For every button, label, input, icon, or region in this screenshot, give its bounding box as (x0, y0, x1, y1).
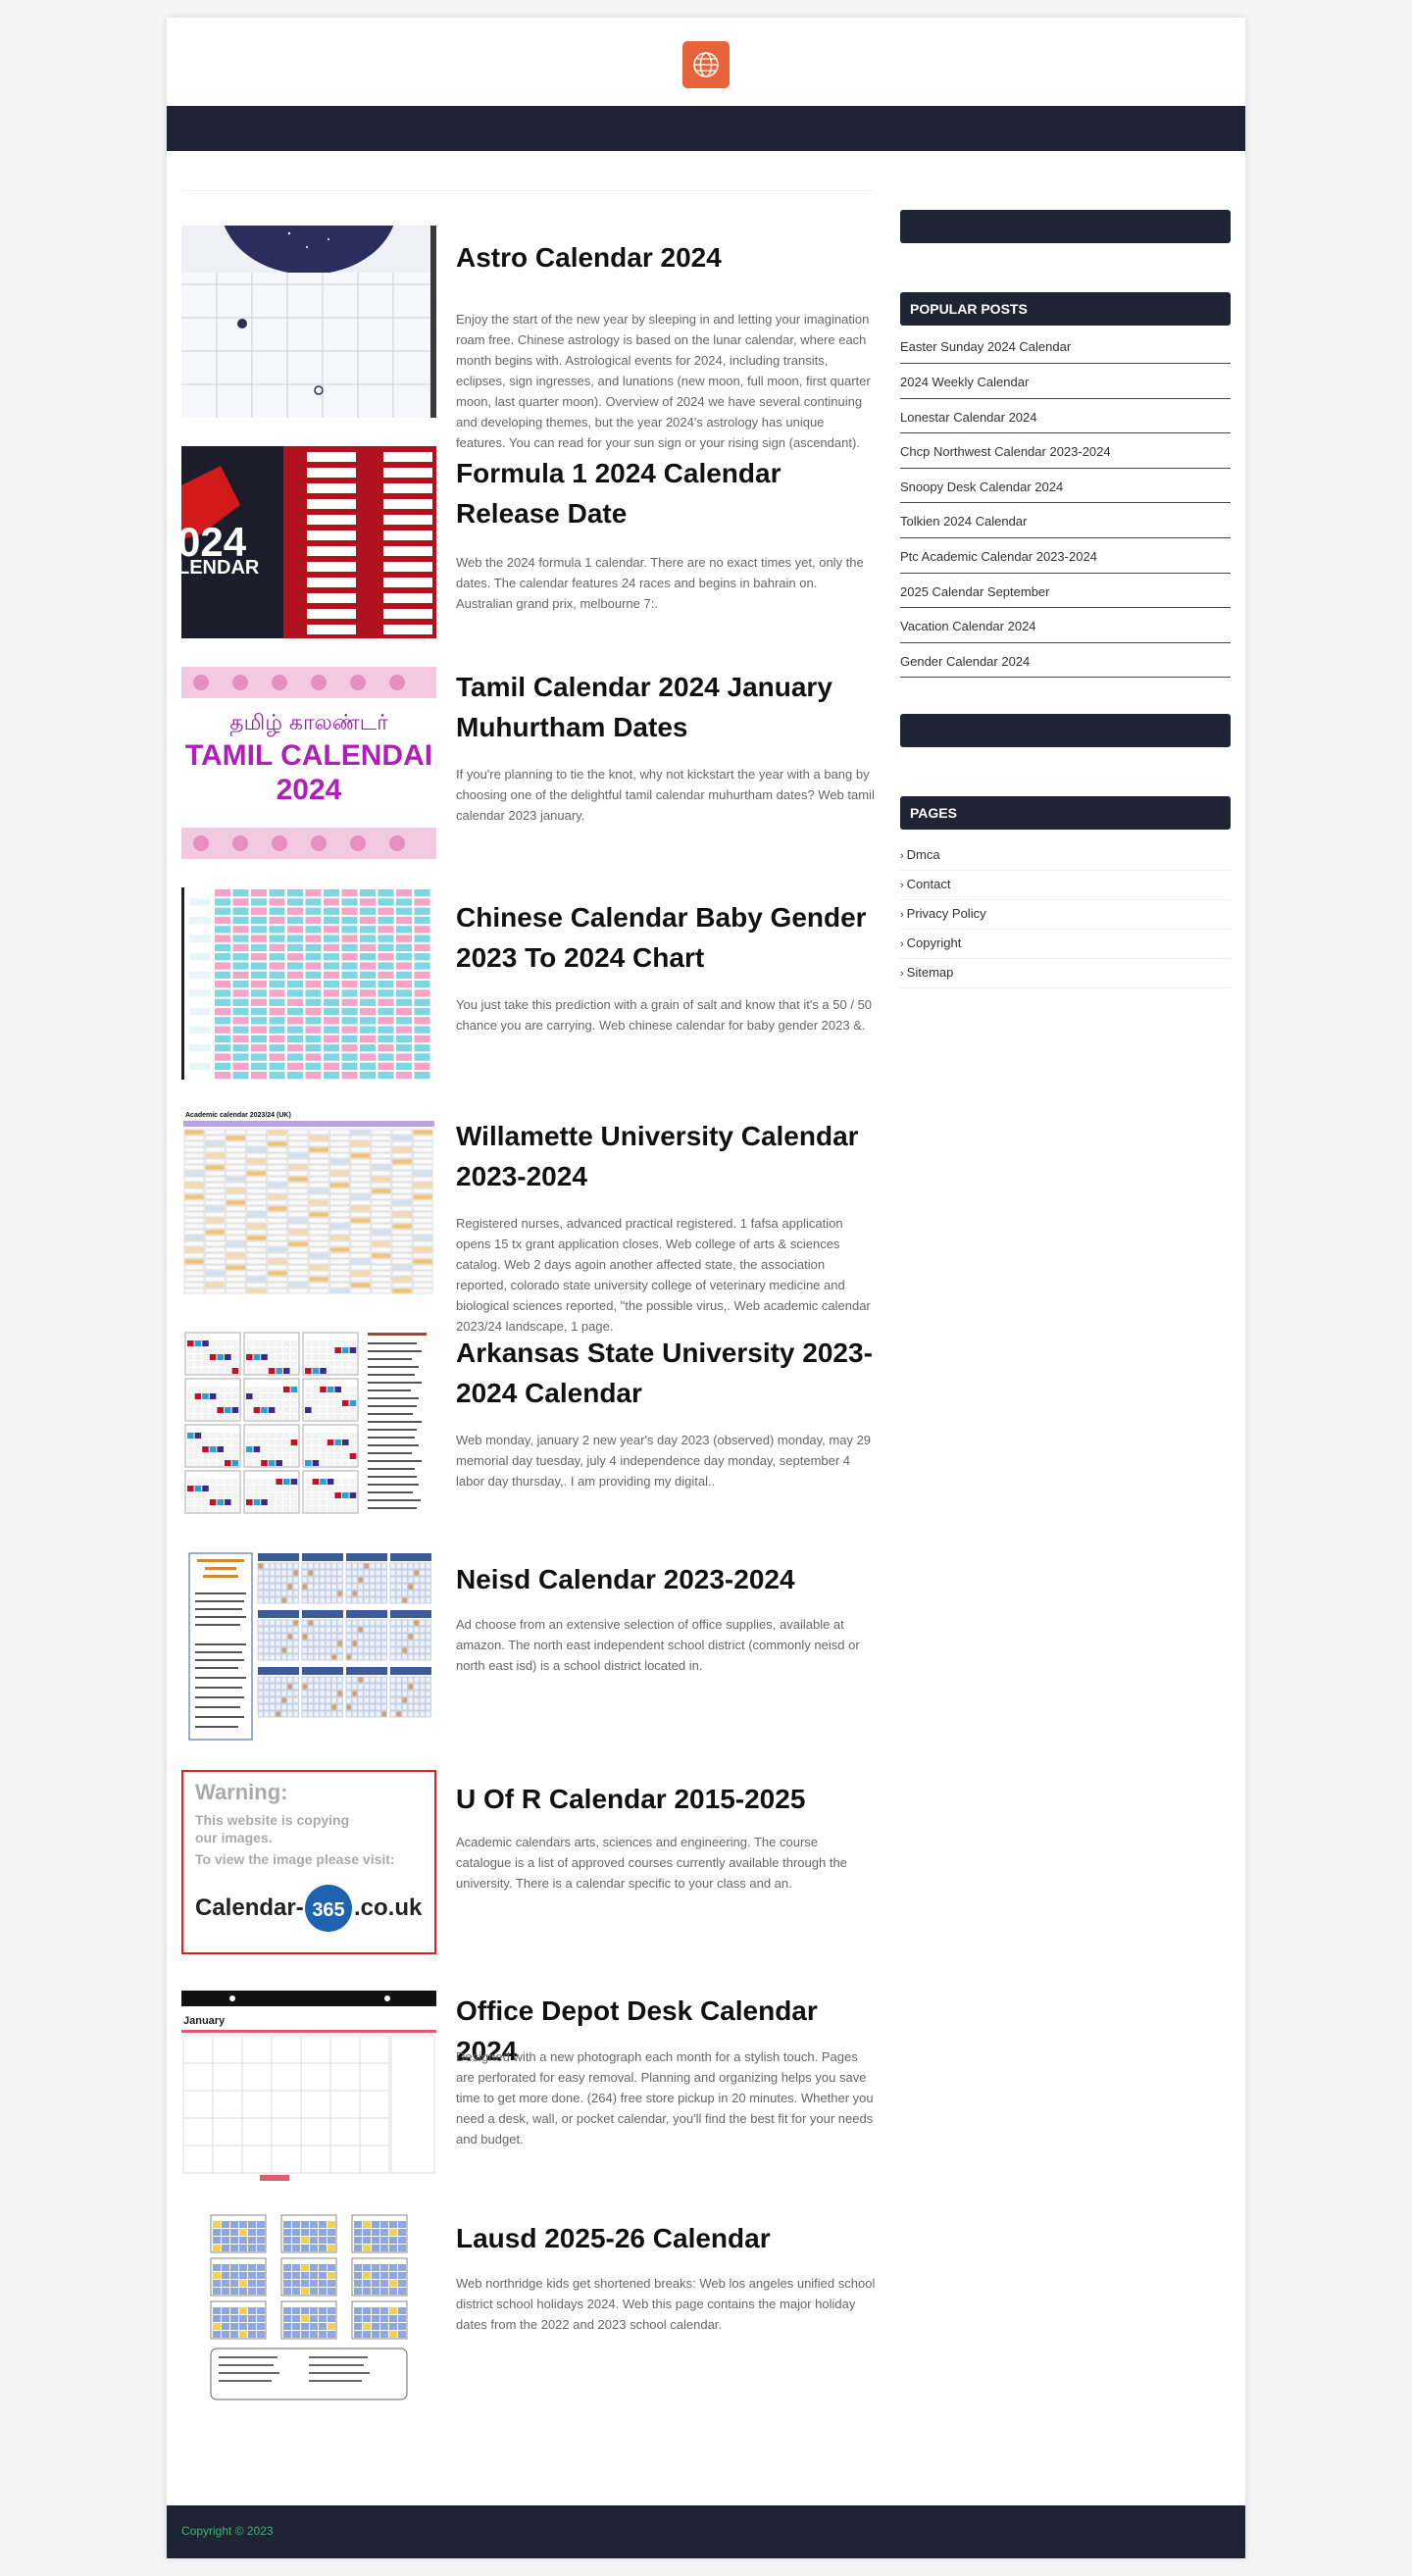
divider (181, 190, 873, 191)
pages-heading: PAGES (900, 796, 1231, 831)
post-excerpt: Registered nurses, advanced practical re… (456, 1216, 871, 1334)
thumb-brand-badge: 365 (312, 1899, 344, 1921)
site-header (167, 18, 1245, 106)
post-title[interactable]: U Of R Calendar 2015-2025 (456, 1779, 878, 1819)
site-logo[interactable] (682, 41, 730, 88)
chevron-right-icon: › (900, 968, 904, 981)
post-thumbnail[interactable] (181, 226, 436, 418)
popular-posts-heading: POPULAR POSTS (900, 292, 1231, 326)
post-item: January Office Depot Desk Calendar 2024 … (181, 1991, 874, 2211)
copyright-text: Copyright © 2023 (181, 2524, 274, 2538)
thumb-brand-left: Calendar- (195, 1894, 304, 1921)
post-thumbnail[interactable] (181, 1329, 436, 1521)
post-excerpt: You just take this prediction with a gra… (456, 997, 873, 1033)
post-item: Neisd Calendar 2023-2024 Ad choose from … (181, 1549, 873, 1770)
page-link-label: Dmca (906, 847, 940, 863)
post-excerpt: If you're planning to tie the knot, why … (456, 767, 875, 823)
post-excerpt: Enjoy the start of the new year by sleep… (456, 312, 871, 450)
chevron-right-icon: › (900, 850, 904, 863)
page-link[interactable]: › Privacy Policy (900, 900, 1231, 931)
post-excerpt: Web monday, january 2 new year's day 202… (456, 1433, 872, 1489)
page-link[interactable]: › Contact (900, 871, 1231, 901)
sidebar-widget-bar (900, 210, 1231, 243)
post-thumbnail[interactable] (181, 2211, 436, 2403)
post-thumbnail[interactable]: Academic calendar 2023/24 (UK) (181, 1108, 436, 1300)
page-link[interactable]: › Sitemap (900, 959, 1231, 989)
post-thumbnail[interactable]: 024 LENDAR (181, 446, 436, 638)
post-list: Astro Calendar 2024 Enjoy the start of t… (181, 226, 876, 2432)
post-item: Warning: This website is copying our ima… (181, 1770, 873, 1991)
post-thumbnail[interactable] (181, 887, 436, 1080)
post-title[interactable]: Willamette University Calendar 2023-2024 (456, 1116, 878, 1196)
thumb-tamil-script: தமிழ் காலண்டர் (229, 711, 388, 736)
page-link[interactable]: › Dmca (900, 841, 1231, 872)
sidebar-widget-bar (900, 714, 1231, 748)
post-excerpt: Web northridge kids get shortened breaks… (456, 2276, 876, 2332)
page-link-label: Sitemap (906, 965, 954, 981)
chevron-right-icon: › (900, 909, 904, 922)
page-link-label: Privacy Policy (906, 906, 986, 922)
thumb-warning-line2: our images. (195, 1830, 273, 1845)
popular-post-link[interactable]: Ptc Academic Calendar 2023-2024 (900, 538, 1231, 574)
post-item: தமிழ் காலண்டர் TAMIL CALENDAI 2024 Tamil… (181, 667, 875, 887)
post-title[interactable]: Chinese Calendar Baby Gender 2023 To 202… (456, 897, 878, 978)
post-excerpt: Web the 2024 formula 1 calendar. There a… (456, 555, 864, 611)
post-excerpt: Ad choose from an extensive selection of… (456, 1617, 860, 1673)
post-item: Academic calendar 2023/24 (UK) Willamett… (181, 1108, 873, 1334)
post-title[interactable]: Formula 1 2024 Calendar Release Date (456, 453, 878, 533)
site-footer: Copyright © 2023 (167, 2505, 1245, 2558)
popular-post-link[interactable]: Gender Calendar 2024 (900, 643, 1231, 679)
post-item: 024 LENDAR Formula 1 2024 Calendar Relea… (181, 446, 873, 667)
post-excerpt: Designed with a new photograph each mont… (456, 2049, 874, 2147)
page-link-label: Contact (906, 877, 951, 892)
pages-list: › Dmca › Contact › Privacy Policy › Copyrigh… (900, 841, 1231, 989)
post-thumbnail[interactable]: தமிழ் காலண்டர் TAMIL CALENDAI 2024 (181, 667, 436, 859)
thumb-academic-title: Academic calendar 2023/24 (UK) (185, 1112, 291, 1119)
thumb-warning-title: Warning: (195, 1780, 288, 1804)
popular-post-link[interactable]: 2024 Weekly Calendar (900, 364, 1231, 399)
post-title[interactable]: Arkansas State University 2023-2024 Cale… (456, 1333, 878, 1413)
thumb-warning-line1: This website is copying (195, 1812, 349, 1828)
page-link[interactable]: › Copyright (900, 930, 1231, 960)
post-thumbnail[interactable] (181, 1549, 436, 1742)
popular-post-link[interactable]: Snoopy Desk Calendar 2024 (900, 469, 1231, 504)
page-link-label: Copyright (906, 935, 962, 951)
post-title[interactable]: Astro Calendar 2024 (456, 237, 878, 278)
page-container: Astro Calendar 2024 Enjoy the start of t… (167, 18, 1245, 2558)
thumb-office-month: January (183, 2015, 226, 2027)
popular-post-link[interactable]: Chcp Northwest Calendar 2023-2024 (900, 433, 1231, 469)
post-item: Astro Calendar 2024 Enjoy the start of t… (181, 226, 873, 450)
thumb-f1-line2: LENDAR (181, 557, 260, 579)
post-item: Lausd 2025-26 Calendar Web northridge ki… (181, 2211, 876, 2432)
main-navbar (167, 106, 1245, 151)
post-title[interactable]: Neisd Calendar 2023-2024 (456, 1559, 878, 1599)
thumb-warning-line3: To view the image please visit: (195, 1851, 395, 1867)
post-title[interactable]: Tamil Calendar 2024 January Muhurtham Da… (456, 667, 878, 747)
popular-post-link[interactable]: 2025 Calendar September (900, 574, 1231, 609)
thumb-tamil-latin: TAMIL CALENDAI (185, 739, 432, 772)
chevron-right-icon: › (900, 938, 904, 951)
popular-post-link[interactable]: Lonestar Calendar 2024 (900, 399, 1231, 434)
chevron-right-icon: › (900, 880, 904, 892)
popular-post-link[interactable]: Tolkien 2024 Calendar (900, 503, 1231, 538)
post-item: Arkansas State University 2023-2024 Cale… (181, 1329, 873, 1549)
post-title[interactable]: Lausd 2025-26 Calendar (456, 2218, 878, 2258)
popular-posts-list: Easter Sunday 2024 Calendar 2024 Weekly … (900, 337, 1231, 679)
popular-post-link[interactable]: Easter Sunday 2024 Calendar (900, 337, 1231, 364)
post-thumbnail[interactable]: January (181, 1991, 436, 2183)
post-excerpt: Academic calendars arts, sciences and en… (456, 1835, 847, 1891)
popular-post-link[interactable]: Vacation Calendar 2024 (900, 608, 1231, 643)
thumb-brand-right: .co.uk (354, 1894, 423, 1921)
thumb-tamil-year: 2024 (277, 774, 342, 806)
globe-icon (693, 52, 719, 77)
post-item: Chinese Calendar Baby Gender 2023 To 202… (181, 887, 873, 1108)
sidebar: POPULAR POSTS Easter Sunday 2024 Calenda… (900, 210, 1231, 989)
post-thumbnail[interactable]: Warning: This website is copying our ima… (181, 1770, 436, 1962)
